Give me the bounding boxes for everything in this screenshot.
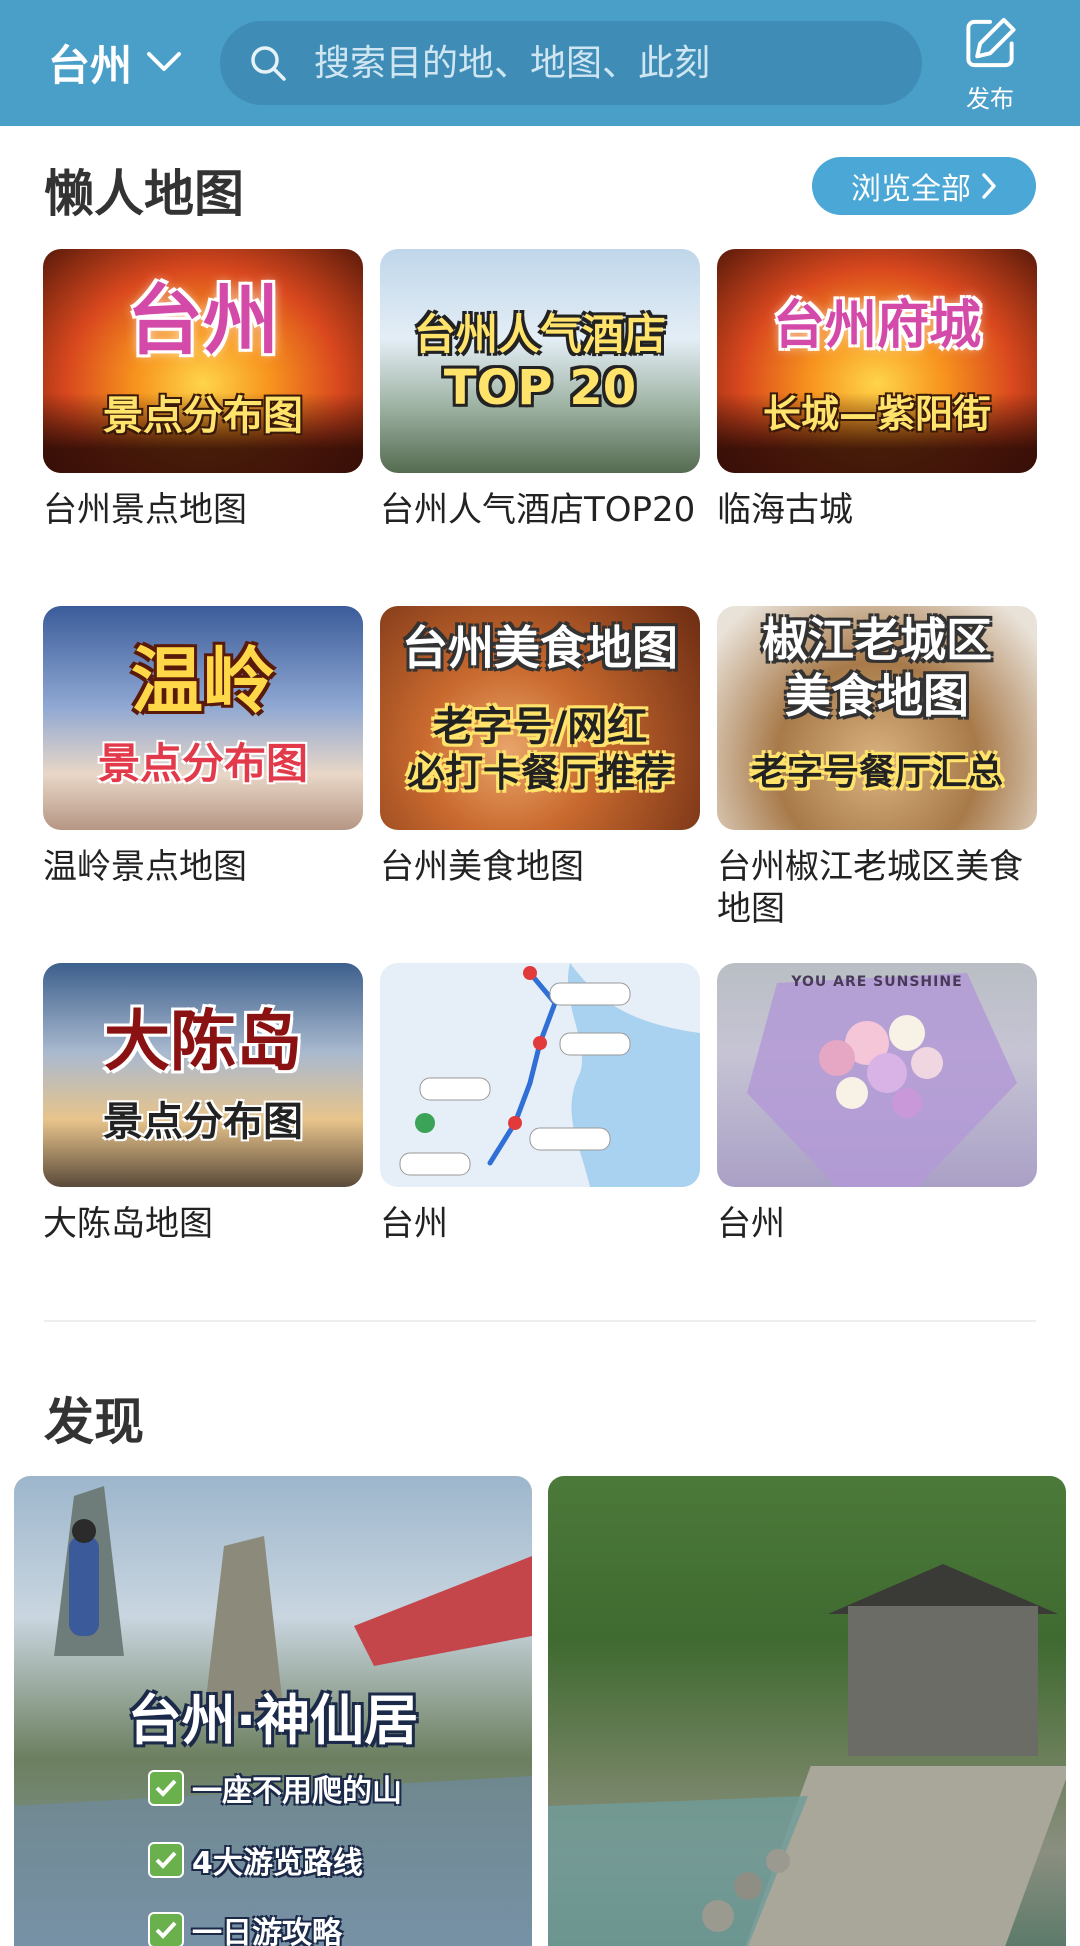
map-card[interactable]: 台州 景点分布图 台州景点地图 <box>43 249 363 531</box>
thumbnail-title: 椒江老城区 <box>762 613 992 667</box>
checklist-item: 4大游览路线 <box>148 1838 363 1882</box>
map-card[interactable]: 椒江老城区 美食地图 老字号餐厅汇总 台州椒江老城区美食地图 <box>717 606 1037 930</box>
route-map-image <box>380 963 700 1187</box>
checklist-item: 一日游攻略 <box>148 1908 342 1946</box>
publish-button[interactable]: 发布 <box>950 14 1030 114</box>
chevron-right-icon <box>982 173 996 199</box>
map-card-thumbnail <box>380 963 700 1187</box>
checkmark-icon <box>148 1770 184 1806</box>
map-card[interactable]: 台州美食地图 老字号/网红 必打卡餐厅推荐 台州美食地图 <box>380 606 700 888</box>
map-card[interactable]: 大陈岛 景点分布图 大陈岛地图 <box>43 963 363 1245</box>
map-card-caption: 台州 <box>717 1204 785 1244</box>
thumbnail-subtitle: TOP 20 <box>443 360 637 416</box>
discover-post[interactable]: 台州·神仙居 一座不用爬的山 4大游览路线 一日游攻略 <box>14 1476 532 1946</box>
map-card-caption: 台州景点地图 <box>43 490 247 530</box>
map-card-caption: 大陈岛地图 <box>43 1204 213 1244</box>
map-card-caption: 台州美食地图 <box>380 847 584 887</box>
map-card-caption: 台州椒江老城区美食地图 <box>717 847 1023 929</box>
map-card-thumbnail: 椒江老城区 美食地图 老字号餐厅汇总 <box>717 606 1037 830</box>
stream-image <box>548 1796 808 1946</box>
publish-label: 发布 <box>966 85 1014 113</box>
thumbnail-title: 台州美食地图 <box>402 621 678 675</box>
chevron-down-icon <box>147 52 182 71</box>
city-label: 台州 <box>48 40 133 90</box>
checklist-text: 一日游攻略 <box>192 1916 342 1946</box>
top-bar: 台州 发布 <box>0 0 1080 126</box>
checkmark-icon <box>148 1842 184 1878</box>
map-card-caption: 临海古城 <box>717 490 853 530</box>
map-card[interactable]: 台州人气酒店 TOP 20 台州人气酒店TOP20 <box>380 249 700 531</box>
map-card[interactable]: 温岭 景点分布图 温岭景点地图 <box>43 606 363 888</box>
thumbnail-title: 大陈岛 <box>104 1003 302 1080</box>
thumbnail-subtitle: 景点分布图 <box>103 393 303 439</box>
discover-post[interactable] <box>548 1476 1066 1946</box>
browse-all-button[interactable]: 浏览全部 <box>812 157 1036 215</box>
thumbnail-subtitle: 长城—紫阳街 <box>762 392 991 436</box>
discover-title: 发现 <box>44 1393 144 1451</box>
checklist-text: 一座不用爬的山 <box>192 1774 402 1809</box>
post-overlay-title: 台州·神仙居 <box>127 1689 419 1752</box>
map-card-thumbnail: 台州美食地图 老字号/网红 必打卡餐厅推荐 <box>380 606 700 830</box>
thumbnail-title: 温岭 <box>130 639 275 723</box>
thumbnail-subtitle: 景点分布图 <box>97 739 308 788</box>
thumbnail-title: 台州 <box>127 276 279 365</box>
search-input[interactable] <box>314 42 874 84</box>
flower-bouquet-image <box>747 973 1017 1187</box>
map-card-thumbnail: YOU ARE SUNSHINE <box>717 963 1037 1187</box>
map-card-caption: 温岭景点地图 <box>43 847 247 887</box>
thumbnail-title: 台州府城 <box>772 296 981 356</box>
search-icon <box>251 46 286 81</box>
edit-icon <box>966 17 1016 68</box>
checklist-text: 4大游览路线 <box>192 1846 363 1881</box>
thumbnail-title: 美食地图 <box>785 669 969 723</box>
map-card[interactable]: 台州府城 长城—紫阳街 临海古城 <box>717 249 1037 531</box>
map-card[interactable]: YOU ARE SUNSHINE 台州 <box>717 963 1037 1245</box>
thumbnail-subtitle: 老字号/网红 <box>432 704 648 750</box>
thumbnail-subtitle: 景点分布图 <box>103 1099 303 1145</box>
section-divider <box>44 1320 1036 1322</box>
checkmark-icon <box>148 1912 184 1946</box>
map-card-thumbnail: 台州 景点分布图 <box>43 249 363 473</box>
map-card-thumbnail: 台州府城 长城—紫阳街 <box>717 249 1037 473</box>
thumbnail-subtitle: 必打卡餐厅推荐 <box>406 751 673 795</box>
city-selector[interactable]: 台州 <box>48 34 182 90</box>
checklist-item: 一座不用爬的山 <box>148 1766 402 1810</box>
thumbnail-subtitle: 老字号餐厅汇总 <box>750 752 1003 793</box>
browse-all-label: 浏览全部 <box>851 172 971 207</box>
map-card-thumbnail: 温岭 景点分布图 <box>43 606 363 830</box>
map-card[interactable]: 台州 <box>380 963 700 1245</box>
lazy-maps-title: 懒人地图 <box>44 165 244 223</box>
map-card-thumbnail: 台州人气酒店 TOP 20 <box>380 249 700 473</box>
thumbnail-title: 台州人气酒店 <box>413 310 666 359</box>
map-card-caption: 台州人气酒店TOP20 <box>380 490 696 530</box>
map-card-thumbnail: 大陈岛 景点分布图 <box>43 963 363 1187</box>
map-card-caption: 台州 <box>380 1204 448 1244</box>
thumbnail-wrapping-text: YOU ARE SUNSHINE <box>791 974 963 990</box>
search-bar[interactable] <box>220 21 922 105</box>
